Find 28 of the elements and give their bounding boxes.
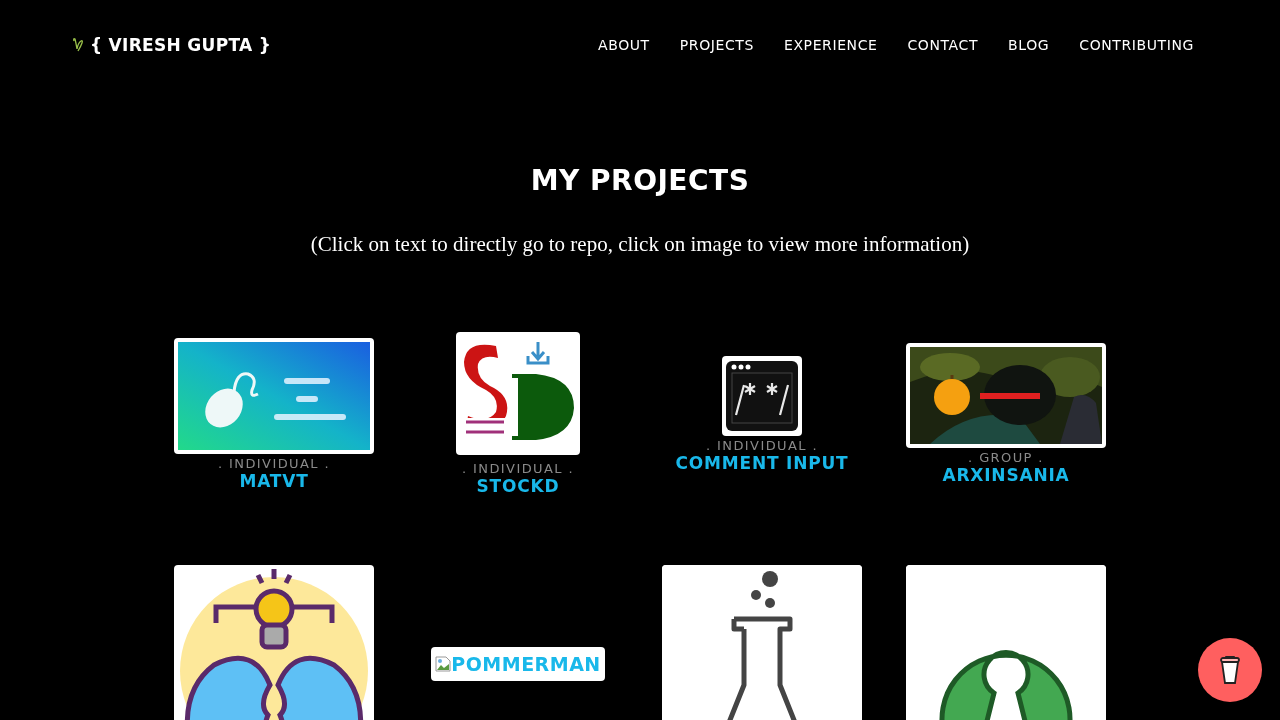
- project-link[interactable]: STOCKD: [476, 476, 560, 496]
- keyhole-ring-icon: [906, 565, 1106, 720]
- project-type: . INDIVIDUAL .: [706, 437, 818, 453]
- subtitle: (Click on text to directly go to repo, click on image to view more information): [309, 232, 971, 257]
- nav-link[interactable]: ABOUT: [598, 37, 650, 53]
- site-name[interactable]: { VIRESH GUPTA }: [90, 35, 272, 55]
- leaf-icon: [72, 37, 84, 53]
- project-type: . INDIVIDUAL .: [218, 455, 330, 471]
- nav-link[interactable]: CONTACT: [907, 37, 979, 53]
- code-window-icon: [726, 360, 798, 431]
- image-frame[interactable]: [662, 565, 862, 720]
- broken-image-icon: [435, 656, 452, 672]
- image-frame[interactable]: [722, 355, 802, 436]
- project-link[interactable]: ARXINSANIA: [942, 465, 1070, 485]
- project-link[interactable]: MATVT: [239, 470, 309, 491]
- section-heading: MY PROJECTS: [529, 164, 751, 198]
- flask-icon: [662, 565, 862, 720]
- cup-icon: [1219, 655, 1241, 685]
- nav-link[interactable]: PROJECTS: [679, 37, 754, 53]
- nav-link[interactable]: EXPERIENCE: [783, 37, 878, 53]
- project-type: . GROUP .: [968, 450, 1044, 465]
- project-type: . INDIVIDUAL .: [462, 461, 574, 476]
- image-frame[interactable]: [174, 565, 374, 720]
- project-link[interactable]: COMMENT INPUT: [675, 452, 849, 473]
- image-alt-text: POMMERMAN: [451, 653, 601, 675]
- nav-link[interactable]: BLOG: [1008, 37, 1050, 53]
- nav-link[interactable]: CONTRIBUTING: [1079, 37, 1194, 53]
- image-frame[interactable]: [906, 565, 1106, 720]
